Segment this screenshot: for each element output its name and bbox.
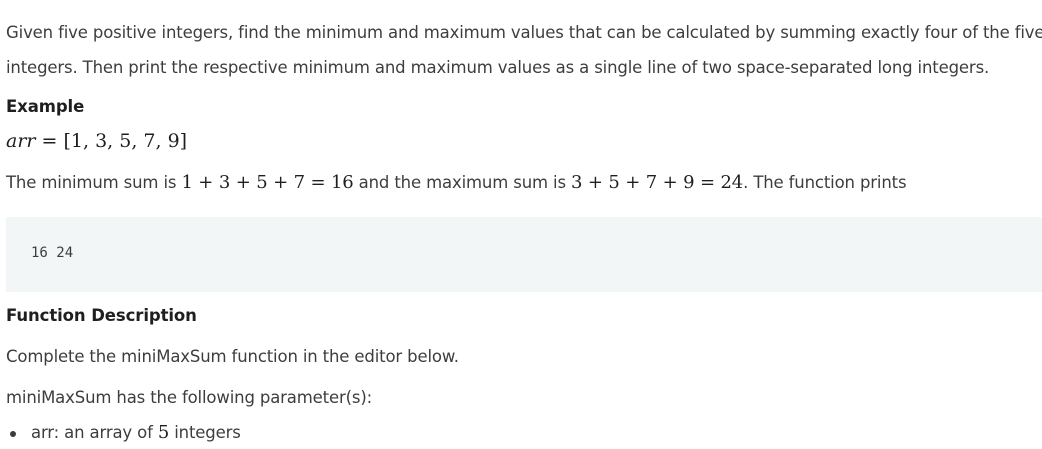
- intro-line-1: Given five positive integers, find the m…: [6, 23, 1042, 42]
- function-description-heading: Function Description: [6, 306, 197, 325]
- parameter-prefix: arr: an array of: [31, 423, 158, 442]
- array-equals: =: [35, 130, 64, 152]
- problem-statement: Given five positive integers, find the m…: [0, 0, 1042, 449]
- sum-prefix: The minimum sum is: [6, 173, 182, 192]
- parameter-item: arr: an array of 5 integers: [6, 418, 241, 448]
- parameter-count: 5: [157, 422, 170, 443]
- sum-middle: and the maximum sum is: [353, 173, 571, 192]
- parameter-list: arr: an array of 5 integers: [6, 418, 241, 448]
- example-output: 16 24: [31, 245, 74, 261]
- array-value: [1, 3, 5, 7, 9]: [63, 130, 188, 152]
- example-output-block: 16 24: [6, 217, 1042, 292]
- intro-line-2: integers. Then print the respective mini…: [6, 58, 990, 77]
- parameters-intro: miniMaxSum has the following parameter(s…: [6, 388, 373, 407]
- parameter-suffix: integers: [169, 423, 241, 442]
- array-variable: arr: [6, 130, 36, 152]
- min-sum-expression: 1 + 3 + 5 + 7 = 16: [181, 172, 354, 193]
- max-sum-expression: 3 + 5 + 7 + 9 = 24: [571, 172, 744, 193]
- example-array: arr = [1, 3, 5, 7, 9]: [6, 130, 187, 152]
- example-sum-explanation: The minimum sum is 1 + 3 + 5 + 7 = 16 an…: [6, 172, 907, 193]
- complete-instruction: Complete the miniMaxSum function in the …: [6, 347, 459, 366]
- sum-suffix: . The function prints: [743, 173, 907, 192]
- example-heading: Example: [6, 97, 85, 116]
